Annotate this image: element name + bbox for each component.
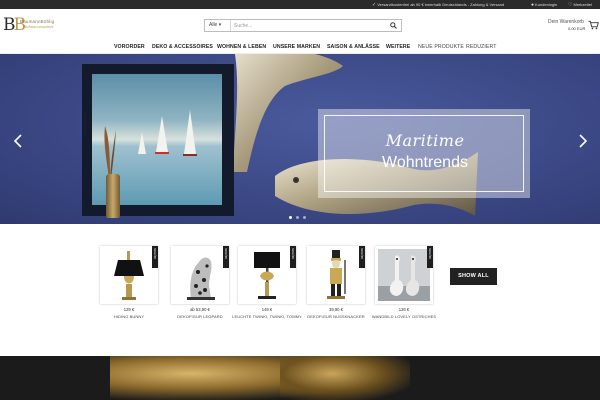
site-header: BB BaumannBöhlig Wohnaccessoires Alle ▾ … [0,9,600,41]
product-badge: SCHÖN [359,246,365,268]
cart-icon[interactable] [588,20,599,30]
sailboat-shape [138,132,146,154]
product-price: 126 € [398,307,410,312]
product-price: 39,90 € [329,307,343,312]
sailboat-hull [183,154,197,156]
slider-dots [289,216,306,219]
hero-main-text: Wohntrends [382,154,468,171]
shipping-info[interactable]: ✓ Versandkostenfrei ab 90 € innerhalb De… [372,2,504,7]
ostriches-picture-image [378,249,430,301]
site-logo[interactable]: BB BaumannBöhlig Wohnaccessoires [3,15,63,37]
chevron-right-icon[interactable] [577,134,589,148]
login-link[interactable]: ● Kundenlogin [531,2,557,7]
wishlist-link[interactable]: ♡ Merkzettel [568,2,592,7]
secondary-banner[interactable] [0,356,600,400]
nav-item-vororder[interactable]: VORORDER [114,44,145,50]
cart-label: Dein Warenkorb [548,19,584,25]
product-badge: SCHÖN [152,246,158,268]
nav-item-reduziert[interactable]: REDUZIERT [466,44,497,50]
logo-tagline: Wohnaccessoires [23,25,54,29]
search-category-select[interactable]: Alle ▾ [205,20,231,31]
product-image[interactable] [171,246,229,304]
sailboat-shape [156,116,168,152]
slider-dot[interactable] [289,216,292,219]
gold-sculpture-right [280,356,410,400]
product-image[interactable] [238,246,296,304]
hero-script-text: Maritime [385,131,465,150]
logo-name: BaumannBöhlig [20,19,55,24]
top-info-bar: ✓ Versandkostenfrei ab 90 € innerhalb De… [0,0,600,9]
product-price: 149 € [261,307,273,312]
search-icon[interactable] [390,22,397,29]
table-lamp-image [254,252,280,299]
product-image[interactable] [307,246,365,304]
sailboat-hull [155,152,169,154]
nav-item-unsere-marken[interactable]: UNSERE MARKEN [273,44,320,50]
bunny-lamp-image [114,251,144,300]
nav-item-saison-anlaesse[interactable]: SAISON & ANLÄSSE [327,44,380,50]
main-navigation: VORORDER DEKO & ACCESSOIRES WOHNEN & LEB… [0,41,600,54]
product-badge: SCHÖN [427,246,433,268]
hero-vase-reeds [104,126,116,178]
hero-banner[interactable]: Maritime Wohntrends [318,109,530,198]
logo-monogram: BB [3,15,26,35]
product-price: 129 € [123,307,135,312]
chevron-left-icon[interactable] [12,134,24,148]
sailboat-shape [184,110,196,154]
nav-item-deko-accessoires[interactable]: DEKO & ACCESSOIRES [152,44,213,50]
nav-item-weitere[interactable]: WEITERE [386,44,410,50]
nav-item-neue-produkte[interactable]: NEUE PRODUKTE [418,44,464,50]
heart-icon: ♡ [568,1,573,8]
search-bar: Alle ▾ [204,19,402,32]
check-icon: ✓ [372,1,377,8]
user-icon: ● [531,1,535,8]
leopard-figure-image [187,257,215,300]
nav-item-wohnen-leben[interactable]: WOHNEN & LEBEN [217,44,266,50]
hero-slider[interactable]: Maritime Wohntrends [0,54,600,224]
hero-vase [106,174,120,218]
product-badge: SCHÖN [223,246,229,268]
slider-dot[interactable] [303,216,306,219]
nutcracker-image [327,250,346,299]
product-name[interactable]: WANDBILD LOVELY OSTRICHES [361,314,447,319]
hero-banner-border: Maritime Wohntrends [324,115,524,192]
search-input[interactable] [234,21,384,30]
product-image[interactable] [375,246,433,304]
slider-dot[interactable] [296,216,299,219]
show-all-button[interactable]: SHOW ALL [450,268,497,285]
product-image[interactable] [100,246,158,304]
product-carousel: SCHÖN 129 € HIDING BUNNY SCHÖN ab 53,90 … [0,224,600,356]
cart-amount: 0,00 EUR [568,26,586,31]
product-badge: SCHÖN [290,246,296,268]
